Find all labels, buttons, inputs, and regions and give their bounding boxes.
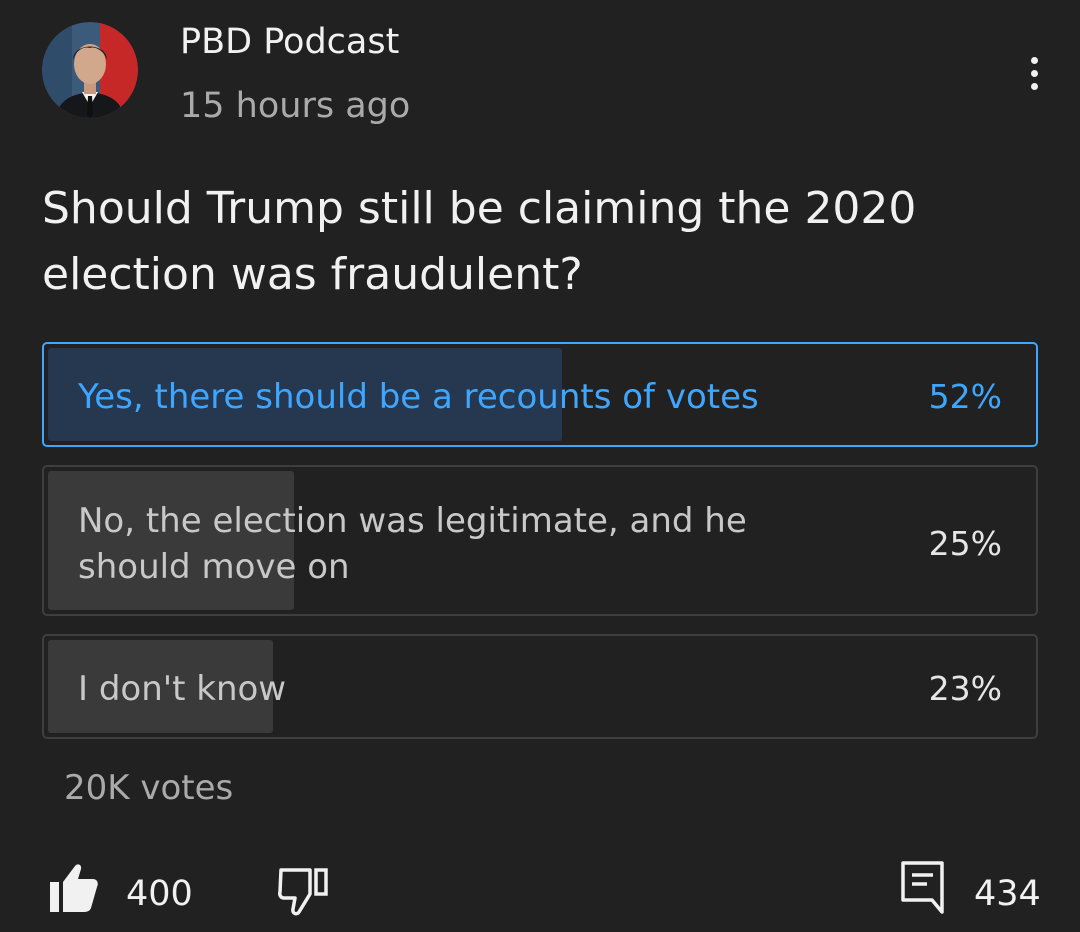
channel-avatar[interactable] bbox=[42, 22, 138, 118]
comments-button[interactable] bbox=[896, 858, 952, 918]
poll-option-label: Yes, there should be a recounts of votes bbox=[78, 377, 759, 417]
poll-option-1[interactable]: Yes, there should be a recounts of votes… bbox=[42, 342, 1038, 447]
more-options-button[interactable] bbox=[1012, 50, 1058, 96]
poll-option-3[interactable]: I don't know 23% bbox=[42, 634, 1038, 739]
more-vert-icon bbox=[1031, 57, 1038, 64]
vote-count: 20K votes bbox=[64, 768, 234, 808]
poll-option-percent: 52% bbox=[928, 377, 1002, 416]
thumbs-down-icon bbox=[278, 868, 328, 916]
comment-icon bbox=[901, 861, 944, 914]
poll-question: Should Trump still be claiming the 2020 … bbox=[42, 183, 917, 300]
more-vert-icon-dot bbox=[1031, 83, 1038, 90]
poll-option-2[interactable]: No, the election was legitimate, and he … bbox=[42, 465, 1038, 616]
comment-count: 434 bbox=[974, 874, 1041, 914]
like-count: 400 bbox=[126, 874, 193, 914]
channel-name[interactable]: PBD Podcast bbox=[180, 22, 399, 62]
poll-option-label: No, the election was legitimate, and he … bbox=[78, 501, 747, 587]
dislike-button[interactable] bbox=[272, 862, 336, 922]
thumbs-up-icon bbox=[50, 864, 98, 912]
more-vert-icon-dot bbox=[1031, 70, 1038, 77]
poll-option-percent: 25% bbox=[928, 524, 1002, 563]
poll-option-percent: 23% bbox=[928, 669, 1002, 708]
like-button[interactable] bbox=[40, 860, 104, 920]
post-header: PBD Podcast 15 hours ago bbox=[0, 0, 1080, 150]
post-timestamp: 15 hours ago bbox=[180, 86, 411, 126]
poll-option-label: I don't know bbox=[78, 669, 287, 709]
